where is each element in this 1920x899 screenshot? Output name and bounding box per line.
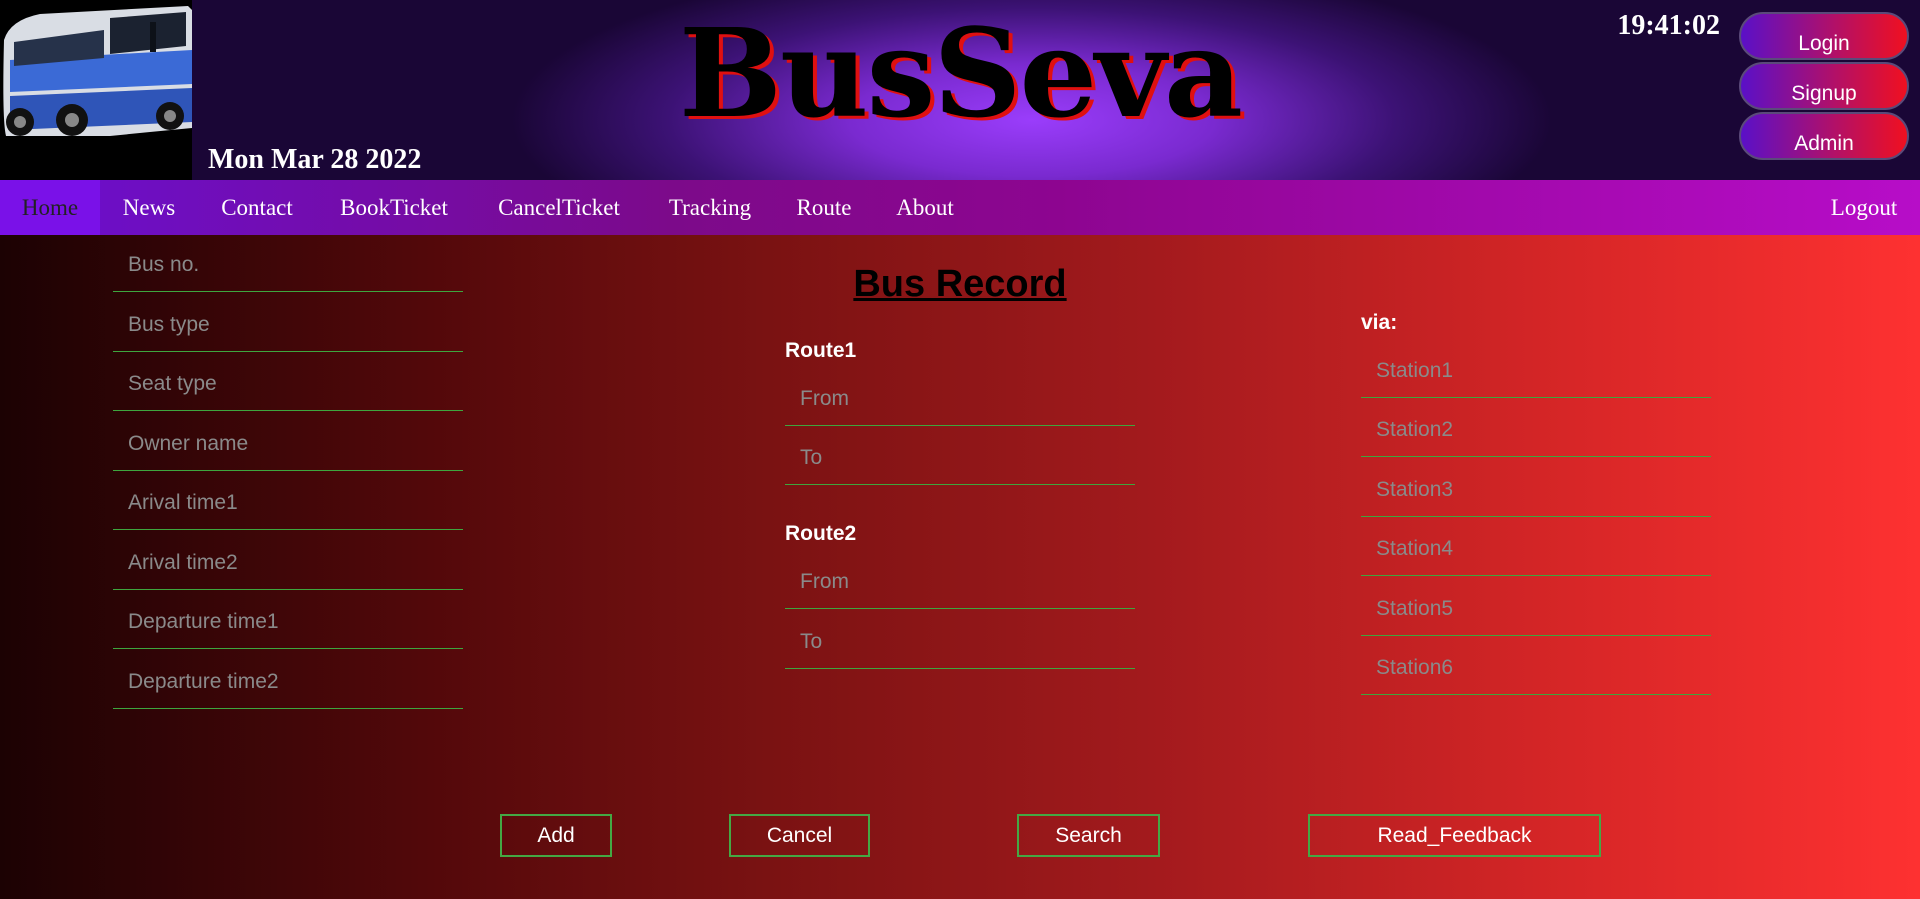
departure-time2-input[interactable] — [113, 655, 463, 708]
nav-item-bookticket[interactable]: BookTicket — [327, 180, 461, 235]
bus-no-field — [113, 238, 463, 292]
nav-item-cancelticket[interactable]: CancelTicket — [482, 180, 636, 235]
station6-field — [1361, 641, 1711, 695]
current-time: 19:41:02 — [1617, 10, 1720, 41]
page-title: Bus Record — [853, 263, 1067, 305]
departure-time1-field — [113, 595, 463, 649]
auth-panel: Login Signup Admin — [1728, 0, 1920, 180]
station6-input[interactable] — [1361, 641, 1711, 694]
arival-time2-field — [113, 536, 463, 590]
seat-type-input[interactable] — [113, 357, 463, 410]
station4-input[interactable] — [1361, 522, 1711, 575]
route1-to-input[interactable] — [785, 431, 1135, 484]
route1-from-input[interactable] — [785, 372, 1135, 425]
nav-item-route[interactable]: Route — [786, 180, 862, 235]
bus-record-panel: Bus Record Route1 Route2 via: Add Cancel… — [0, 235, 1920, 899]
header: BusSeva Mon Mar 28 2022 19:41:02 Login S… — [0, 0, 1920, 180]
station2-field — [1361, 403, 1711, 457]
arival-time1-field — [113, 476, 463, 530]
route2-from-input[interactable] — [785, 555, 1135, 608]
route1-from-field — [785, 372, 1135, 426]
owner-name-field — [113, 417, 463, 471]
route1-label: Route1 — [785, 339, 857, 362]
station5-input[interactable] — [1361, 582, 1711, 635]
signup-button[interactable]: Signup — [1739, 62, 1909, 110]
nav-item-news[interactable]: News — [108, 180, 190, 235]
station1-input[interactable] — [1361, 344, 1711, 397]
station3-input[interactable] — [1361, 463, 1711, 516]
brand-title: BusSeva — [678, 1, 1243, 145]
admin-button[interactable]: Admin — [1739, 112, 1909, 160]
departure-time2-field — [113, 655, 463, 709]
route2-label: Route2 — [785, 522, 857, 545]
route2-to-field — [785, 615, 1135, 669]
station5-field — [1361, 582, 1711, 636]
nav-item-tracking[interactable]: Tracking — [658, 180, 762, 235]
cancel-button[interactable]: Cancel — [729, 814, 870, 857]
seat-type-field — [113, 357, 463, 411]
route2-from-field — [785, 555, 1135, 609]
station3-field — [1361, 463, 1711, 517]
read-feedback-button[interactable]: Read_Feedback — [1308, 814, 1601, 857]
nav-item-home[interactable]: Home — [0, 180, 100, 235]
search-button[interactable]: Search — [1017, 814, 1160, 857]
route1-to-field — [785, 431, 1135, 485]
bus-type-field — [113, 298, 463, 352]
route2-to-input[interactable] — [785, 615, 1135, 668]
add-button[interactable]: Add — [500, 814, 612, 857]
arival-time2-input[interactable] — [113, 536, 463, 589]
header-banner: BusSeva Mon Mar 28 2022 19:41:02 — [192, 0, 1728, 180]
bus-type-input[interactable] — [113, 298, 463, 351]
station4-field — [1361, 522, 1711, 576]
current-date: Mon Mar 28 2022 — [208, 144, 422, 175]
nav-item-about[interactable]: About — [886, 180, 964, 235]
arival-time1-input[interactable] — [113, 476, 463, 529]
station2-input[interactable] — [1361, 403, 1711, 456]
nav-item-logout[interactable]: Logout — [1816, 180, 1912, 235]
nav-item-contact[interactable]: Contact — [207, 180, 307, 235]
owner-name-input[interactable] — [113, 417, 463, 470]
station1-field — [1361, 344, 1711, 398]
bus-no-input[interactable] — [113, 238, 463, 291]
login-button[interactable]: Login — [1739, 12, 1909, 60]
bus-icon — [0, 0, 193, 180]
departure-time1-input[interactable] — [113, 595, 463, 648]
via-label: via: — [1361, 311, 1398, 334]
main-nav: Home News Contact BookTicket CancelTicke… — [0, 180, 1920, 235]
